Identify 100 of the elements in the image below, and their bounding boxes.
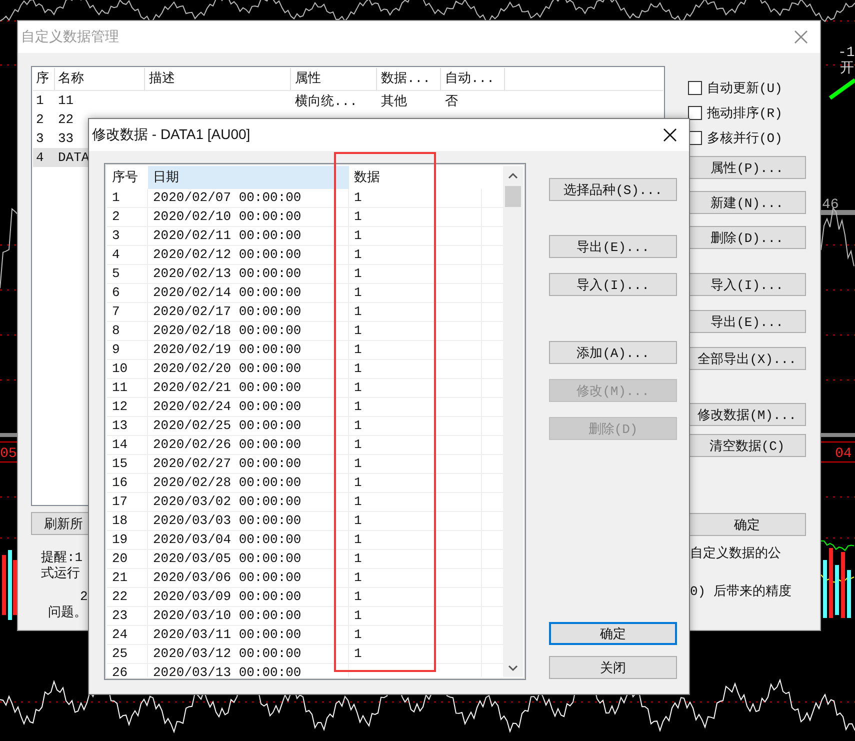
table-cell: 1 [354,228,362,243]
table-cell: 2020/02/26 00:00:00 [153,437,302,452]
table-cell: 2020/02/28 00:00:00 [153,475,302,490]
table-cell: 2020/02/17 00:00:00 [153,304,302,319]
table-cell: 2020/02/11 00:00:00 [153,228,302,243]
checkbox-icon[interactable] [688,80,702,94]
table-cell: 2020/03/10 00:00:00 [153,608,302,623]
column-header[interactable]: 序号 [107,166,148,189]
table-cell: 22 [112,589,128,604]
table-cell: 1 [354,608,362,623]
table-cell: 1 [354,285,362,300]
column-header[interactable]: 属性 [291,68,377,90]
notice-text: 2 [79,589,88,605]
table-cell: 6 [112,285,120,300]
column-header[interactable]: 名称 [55,68,145,90]
table-cell: 1 [354,190,362,205]
table-cell: 1 [354,570,362,585]
dialog-button[interactable]: 确定 [549,622,677,645]
table-cell: 3 [112,228,120,243]
table-cell: 18 [112,513,128,528]
notice-text: 式运行 [41,566,80,582]
candle-bar [823,560,827,618]
dialog-button[interactable]: 选择品种(S)... [549,178,677,201]
table-cell: 1 [354,627,362,642]
notice-text: 提醒:1 [41,550,83,566]
table-cell: 16 [112,475,128,490]
list-row[interactable]: 1 11 横向统... 其他 否 [33,91,663,110]
dialog-button[interactable]: 导入(I)... [549,273,677,296]
table-cell: 5 [112,266,120,281]
dialog-button[interactable]: 导入(I)... [688,273,806,296]
column-header[interactable]: 自动... [441,68,505,90]
table-cell: 22 [58,112,74,127]
dialog-button[interactable]: 添加(A)... [549,341,677,364]
table-cell: 1 [354,361,362,376]
table-cell: 33 [58,131,74,146]
table-cell: 25 [112,646,128,661]
table-cell: 2020/03/11 00:00:00 [153,627,302,642]
table-cell: 1 [354,532,362,547]
table-cell: 24 [112,627,128,642]
table-cell: 2020/02/25 00:00:00 [153,418,302,433]
checkbox-icon[interactable] [688,106,702,120]
scroll-thumb[interactable] [505,186,521,207]
table-cell: 1 [354,513,362,528]
candle-bar [829,548,833,618]
table-cell: 2020/02/12 00:00:00 [153,247,302,262]
column-header[interactable]: 日期 [148,166,349,189]
dialog-button[interactable]: 导出(E)... [549,235,677,258]
table-cell: 2020/02/07 00:00:00 [153,190,302,205]
candle-bar [835,565,839,615]
notice-text: 问题。 [47,605,87,621]
checkbox[interactable]: 自动更新(U) [688,75,806,100]
candle-bar [841,552,845,618]
table-cell: 横向统... [295,94,358,108]
table-cell: 1 [354,304,362,319]
dialog-button[interactable]: 属性(P)... [688,156,806,179]
candle-bar [2,555,6,615]
table-cell: 1 [112,190,120,205]
close-icon[interactable] [663,128,677,142]
dialog-button[interactable]: 新建(N)... [688,191,806,214]
table-cell: 14 [112,437,128,452]
checkbox[interactable]: 拖动排序(R) [688,100,806,125]
table-cell: 2020/03/12 00:00:00 [153,646,302,661]
table-cell: 11 [112,380,128,395]
table-cell: 2020/03/05 00:00:00 [153,551,302,566]
scrollbar[interactable] [503,166,523,677]
notice-text: 自定义数据的公 [690,546,781,562]
dialog-button[interactable]: 删除(D)... [688,226,806,249]
column-header[interactable]: 数据 [349,166,482,189]
chart-line [820,207,854,267]
dialog-button[interactable]: 确定 [688,513,806,536]
column-header[interactable]: 序 [33,68,55,90]
table-cell: 1 [354,589,362,604]
table-cell: 13 [112,418,128,433]
table-cell: 2020/03/06 00:00:00 [153,570,302,585]
table-cell: 12 [112,399,128,414]
column-header[interactable]: 数据... [377,68,441,90]
dialog-button[interactable]: 全部导出(X)... [688,347,806,370]
table-cell: 1 [354,266,362,281]
notice-text: 0) 后带来的精度 [690,584,792,600]
dialog-button[interactable]: 修改数据(M)... [688,403,806,426]
dialog-button[interactable]: 导出(E)... [688,310,806,333]
window-title: 修改数据 - DATA1 [AU00] [92,126,250,144]
column-header[interactable]: 描述 [145,68,291,90]
table-cell: 2020/02/13 00:00:00 [153,266,302,281]
table-cell: DATA [58,150,90,165]
table-cell: 1 [354,342,362,357]
table-cell: 否 [445,94,458,108]
table-cell: 1 [354,380,362,395]
table-cell: 3 [36,131,44,146]
table-cell: 26 [112,665,128,677]
dialog-button[interactable]: 关闭 [549,656,677,679]
window-title: 自定义数据管理 [21,28,119,46]
table-cell: 10 [112,361,128,376]
table-cell: 2020/02/24 00:00:00 [153,399,302,414]
table-cell: 2020/02/18 00:00:00 [153,323,302,338]
dialog-button[interactable]: 清空数据(C) [688,434,806,457]
table-cell: 4 [36,150,44,165]
chart-label: 46 [822,197,839,213]
table-cell: 2020/03/04 00:00:00 [153,532,302,547]
table-cell: 2020/03/09 00:00:00 [153,589,302,604]
